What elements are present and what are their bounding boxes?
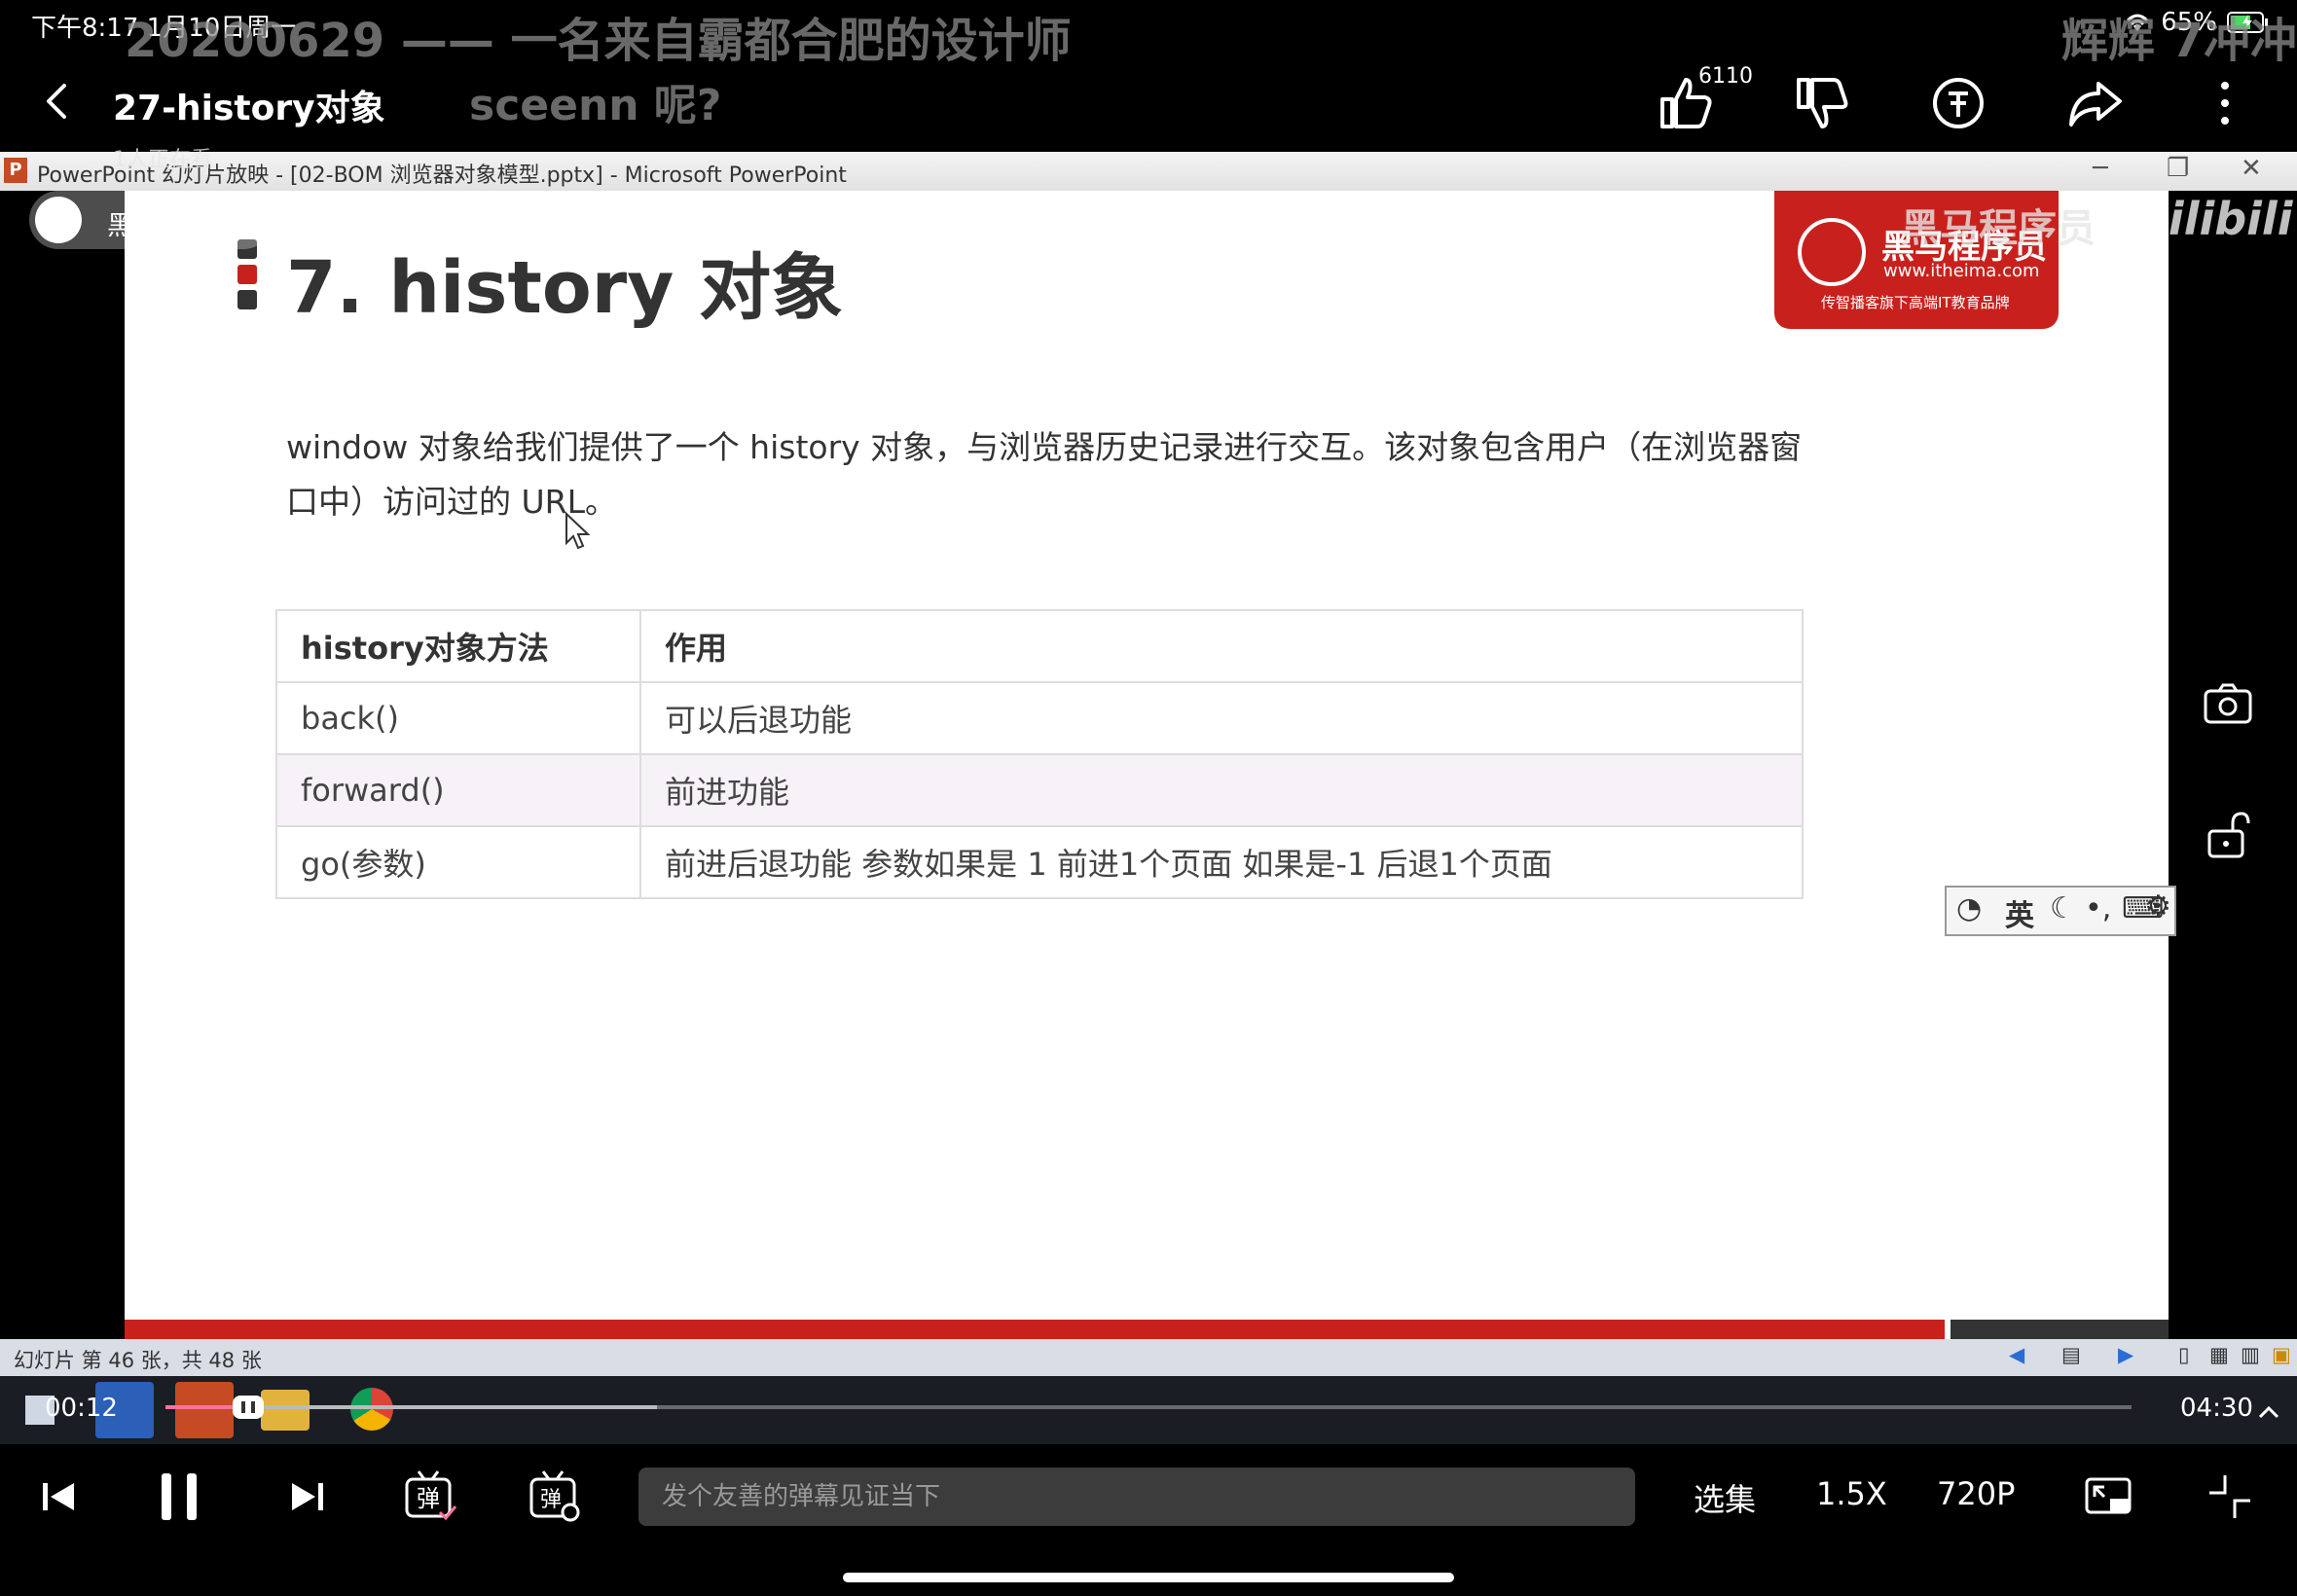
danmaku-settings-label: 弹	[540, 1488, 562, 1512]
cast-icon[interactable]	[2083, 1466, 2133, 1528]
next-slide-icon: ▶	[2118, 1343, 2134, 1366]
prev-slide-icon: ◀	[2009, 1343, 2025, 1366]
notes-icon: ▤	[2061, 1343, 2081, 1366]
ime-logo-icon: ◔	[1956, 891, 1983, 925]
danmaku-input[interactable]	[638, 1468, 1635, 1526]
dislike-icon[interactable]	[1791, 72, 1853, 134]
folder-app-icon	[261, 1390, 310, 1431]
current-time: 00:12	[45, 1394, 118, 1423]
avatar	[35, 197, 82, 243]
quality-button[interactable]: 720P	[1937, 1475, 2015, 1512]
unlock-icon[interactable]	[2200, 808, 2256, 864]
speed-button[interactable]: 1.5X	[1816, 1475, 1887, 1512]
powerpoint-icon: P	[4, 158, 27, 183]
table-cell: forward()	[275, 753, 641, 827]
next-icon[interactable]	[288, 1466, 327, 1528]
coin-icon[interactable]	[1927, 72, 1989, 134]
view-reading-icon: ▥	[2241, 1343, 2260, 1366]
slide-counter: 幻灯片 第 46 张，共 48 张	[14, 1349, 262, 1372]
exit-fullscreen-icon[interactable]	[2206, 1466, 2254, 1528]
bilibili-watermark: bilibili	[2136, 193, 2293, 245]
mouse-cursor-icon	[565, 512, 591, 550]
slide-footer-bar	[125, 1320, 1945, 1339]
table-row: go(参数) 前进后退功能 参数如果是 1 前进1个页面 如果是-1 后退1个页…	[275, 825, 1804, 899]
total-time: 04:30	[2180, 1394, 2253, 1423]
table-header-row: history对象方法 作用	[275, 609, 1804, 683]
letterbox-right	[2169, 191, 2297, 1339]
table-cell: 前进功能	[639, 753, 1804, 827]
home-indicator	[843, 1573, 1454, 1582]
title-bullet-icon	[237, 239, 257, 309]
powerpoint-app-icon	[175, 1382, 234, 1438]
danmaku-toggle-icon[interactable]: 弹	[403, 1466, 457, 1528]
table-cell: go(参数)	[275, 825, 641, 899]
watermark-uploader: 黑马程序员	[1901, 206, 2096, 251]
slide: 7. history 对象 window 对象给我们提供了一个 history …	[125, 191, 2169, 1339]
table-cell: 前进后退功能 参数如果是 1 前进1个页面 如果是-1 后退1个页面	[639, 825, 1804, 899]
table-cell: 可以后退功能	[639, 681, 1804, 755]
slide-title: 7. history 对象	[286, 246, 844, 330]
pause-icon[interactable]	[158, 1466, 201, 1528]
share-icon[interactable]	[2063, 72, 2126, 134]
table-row: forward() 前进功能	[275, 753, 1804, 827]
uploader-badge[interactable]: 黑马程序员	[29, 191, 273, 249]
danmaku-comment: 辉辉 7冲冲	[2060, 14, 2297, 68]
progress-knob-icon[interactable]	[231, 1390, 266, 1425]
uploader-name: 黑马程序员	[107, 211, 238, 241]
gear-icon: ⚙	[2145, 889, 2171, 924]
letterbox-left	[0, 191, 125, 1339]
moon-icon: ☾	[2050, 891, 2076, 925]
close-icon: ✕	[2241, 154, 2262, 183]
danmaku-settings-icon[interactable]: 弹	[528, 1466, 582, 1528]
more-icon[interactable]	[2202, 72, 2248, 134]
chrome-app-icon	[350, 1388, 393, 1431]
horse-logo-icon	[1798, 218, 1866, 286]
restore-icon: ❐	[2167, 154, 2190, 183]
brand-url: www.itheima.com	[1883, 261, 2040, 281]
video-title: 27-history对象	[113, 89, 385, 128]
watching-count: 1人正在看	[113, 148, 212, 172]
punctuation-icon: •,	[2085, 891, 2112, 925]
brand-tagline: 传智播客旗下高端IT教育品牌	[1821, 294, 2010, 311]
ime-language: 英	[2005, 899, 2034, 933]
slide-description: window 对象给我们提供了一个 history 对象，与浏览器历史记录进行交…	[286, 428, 1803, 521]
back-icon[interactable]	[35, 78, 82, 125]
slide-footer-dark	[1951, 1320, 2169, 1339]
previous-icon[interactable]	[39, 1466, 78, 1528]
minimize-icon: ─	[2093, 154, 2108, 183]
table-header-cell: 作用	[639, 609, 1804, 683]
table-cell: back()	[275, 681, 641, 755]
ime-toolbar: ◔ 英 ☾ •, ⌨ ⚙	[1945, 886, 2176, 936]
view-sorter-icon: ▦	[2209, 1343, 2229, 1366]
table-row: back() 可以后退功能	[275, 681, 1804, 755]
like-count: 6110	[1698, 64, 1753, 89]
windows-taskbar	[0, 1376, 2297, 1444]
slideshow-icon: ▣	[2272, 1343, 2291, 1366]
ppt-statusbar: 幻灯片 第 46 张，共 48 张 ◀ ▤ ▶ ▯ ▦ ▥ ▣	[0, 1339, 2297, 1376]
camera-icon[interactable]	[2200, 675, 2256, 732]
progress-bar[interactable]	[165, 1396, 2132, 1419]
danmaku-comment: 20200629 —— 一名来自霸都合肥的设计师	[125, 14, 1072, 68]
table-header-cell: history对象方法	[275, 609, 641, 683]
chevron-up-icon[interactable]	[2254, 1397, 2283, 1427]
view-normal-icon: ▯	[2178, 1343, 2190, 1366]
ppt-titlebar: P PowerPoint 幻灯片放映 - [02-BOM 浏览器对象模型.ppt…	[0, 152, 2297, 191]
method-table: history对象方法 作用 back() 可以后退功能 forward() 前…	[275, 609, 1804, 899]
danmaku-toggle-label: 弹	[417, 1485, 440, 1512]
episodes-button[interactable]: 选集	[1694, 1475, 1756, 1520]
danmaku-comment: sceenn 呢?	[469, 81, 722, 130]
